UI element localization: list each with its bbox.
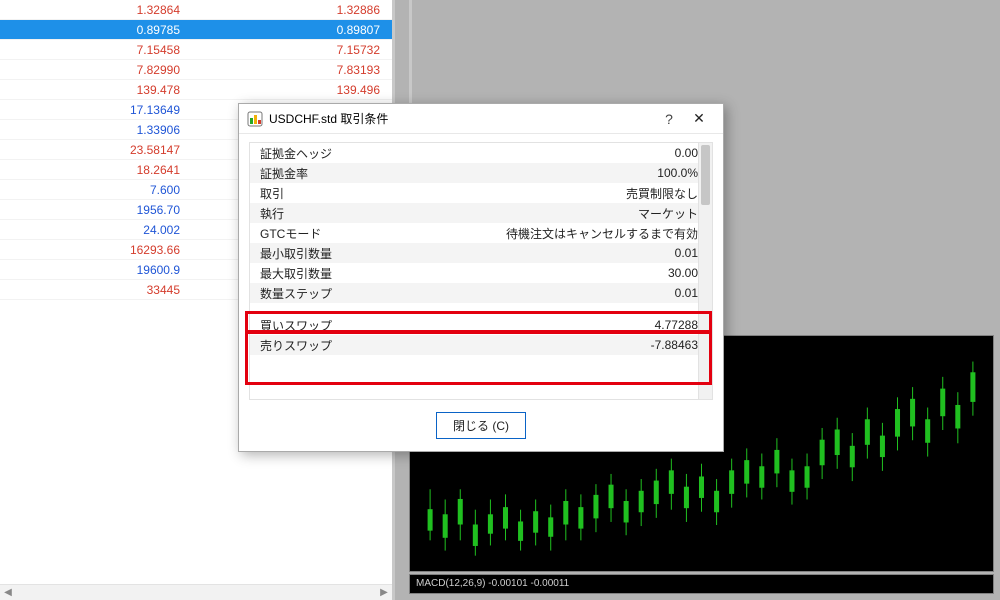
bid-cell: 7.600 [0, 183, 190, 197]
market-watch-row[interactable]: 7.829907.83193 [0, 60, 392, 80]
ask-cell: 0.89807 [190, 23, 390, 37]
spec-label: 最小取引数量 [260, 245, 400, 262]
spec-label: 証拠金ヘッジ [260, 145, 400, 162]
spec-row-partial-bottom [250, 355, 712, 365]
spec-row[interactable]: 執行マーケット [250, 203, 712, 223]
close-button[interactable]: 閉じる (C) [436, 412, 526, 439]
market-watch-hscroll[interactable]: ◀ ▶ [0, 584, 392, 600]
ask-cell: 139.496 [190, 83, 390, 97]
app-icon [247, 111, 263, 127]
market-watch-row[interactable]: 0.897850.89807 [0, 20, 392, 40]
bid-cell: 24.002 [0, 223, 190, 237]
bid-cell: 17.13649 [0, 103, 190, 117]
bid-cell: 16293.66 [0, 243, 190, 257]
bid-cell: 1956.70 [0, 203, 190, 217]
help-icon[interactable]: ? [655, 111, 683, 127]
bid-cell: 33445 [0, 283, 190, 297]
spec-label: 最大取引数量 [260, 265, 400, 282]
bid-cell: 23.58147 [0, 143, 190, 157]
spec-row[interactable]: GTCモード待機注文はキャンセルするまで有効 [250, 223, 712, 243]
symbol-spec-dialog: USDCHF.std 取引条件 ? ✕ 証拠金ヘッジ0.00証拠金率100.0%… [238, 103, 724, 452]
market-watch-row[interactable]: 7.154587.15732 [0, 40, 392, 60]
spec-list[interactable]: 証拠金ヘッジ0.00証拠金率100.0%取引売買制限なし執行マーケットGTCモー… [249, 142, 713, 400]
bid-cell: 19600.9 [0, 263, 190, 277]
spec-row[interactable]: 最小取引数量0.01 [250, 243, 712, 263]
spec-label: 証拠金率 [260, 165, 400, 182]
spec-row[interactable]: 売りスワップ-7.88463 [250, 335, 712, 355]
spec-scrollbar[interactable] [698, 143, 712, 399]
spec-label: GTCモード [260, 225, 400, 242]
spec-value: マーケット [400, 205, 702, 222]
spec-label: 執行 [260, 205, 400, 222]
bid-cell: 18.2641 [0, 163, 190, 177]
spec-row[interactable]: 買いスワップ4.77288 [250, 315, 712, 335]
bid-cell: 7.15458 [0, 43, 190, 57]
bid-cell: 7.82990 [0, 63, 190, 77]
spec-label: 買いスワップ [260, 317, 400, 334]
spec-row[interactable]: 取引売買制限なし [250, 183, 712, 203]
spec-value: 0.00 [400, 146, 702, 160]
spec-value: -7.88463 [400, 338, 702, 352]
spec-label: 売りスワップ [260, 337, 400, 354]
spec-label: 数量ステップ [260, 285, 400, 302]
chevron-right-icon[interactable]: ▶ [376, 587, 392, 598]
spec-value: 売買制限なし [400, 185, 702, 202]
dialog-title: USDCHF.std 取引条件 [269, 110, 655, 127]
ask-cell: 7.15732 [190, 43, 390, 57]
spec-value: 0.01 [400, 246, 702, 260]
market-watch-row[interactable]: 139.478139.496 [0, 80, 392, 100]
bid-cell: 139.478 [0, 83, 190, 97]
spec-value: 100.0% [400, 166, 702, 180]
bid-cell: 0.89785 [0, 23, 190, 37]
spec-row[interactable]: 最大取引数量30.00 [250, 263, 712, 283]
spec-scrollbar-thumb[interactable] [701, 145, 710, 205]
dialog-titlebar[interactable]: USDCHF.std 取引条件 ? ✕ [239, 104, 723, 134]
chevron-left-icon[interactable]: ◀ [0, 587, 16, 598]
ask-cell: 1.32886 [190, 3, 390, 17]
spec-row-partial [250, 303, 712, 315]
market-watch-row[interactable]: 1.328641.32886 [0, 0, 392, 20]
spec-value: 30.00 [400, 266, 702, 280]
ask-cell: 7.83193 [190, 63, 390, 77]
spec-label: 取引 [260, 185, 400, 202]
spec-row[interactable]: 数量ステップ0.01 [250, 283, 712, 303]
spec-value: 待機注文はキャンセルするまで有効 [400, 225, 702, 242]
spec-row[interactable]: 証拠金ヘッジ0.00 [250, 143, 712, 163]
close-icon[interactable]: ✕ [683, 110, 715, 127]
spec-value: 4.77288 [400, 318, 702, 332]
macd-indicator-strip: MACD(12,26,9) -0.00101 -0.00011 [409, 574, 994, 594]
spec-value: 0.01 [400, 286, 702, 300]
bid-cell: 1.32864 [0, 3, 190, 17]
bid-cell: 1.33906 [0, 123, 190, 137]
macd-label: MACD(12,26,9) -0.00101 -0.00011 [416, 578, 569, 589]
spec-row[interactable]: 証拠金率100.0% [250, 163, 712, 183]
